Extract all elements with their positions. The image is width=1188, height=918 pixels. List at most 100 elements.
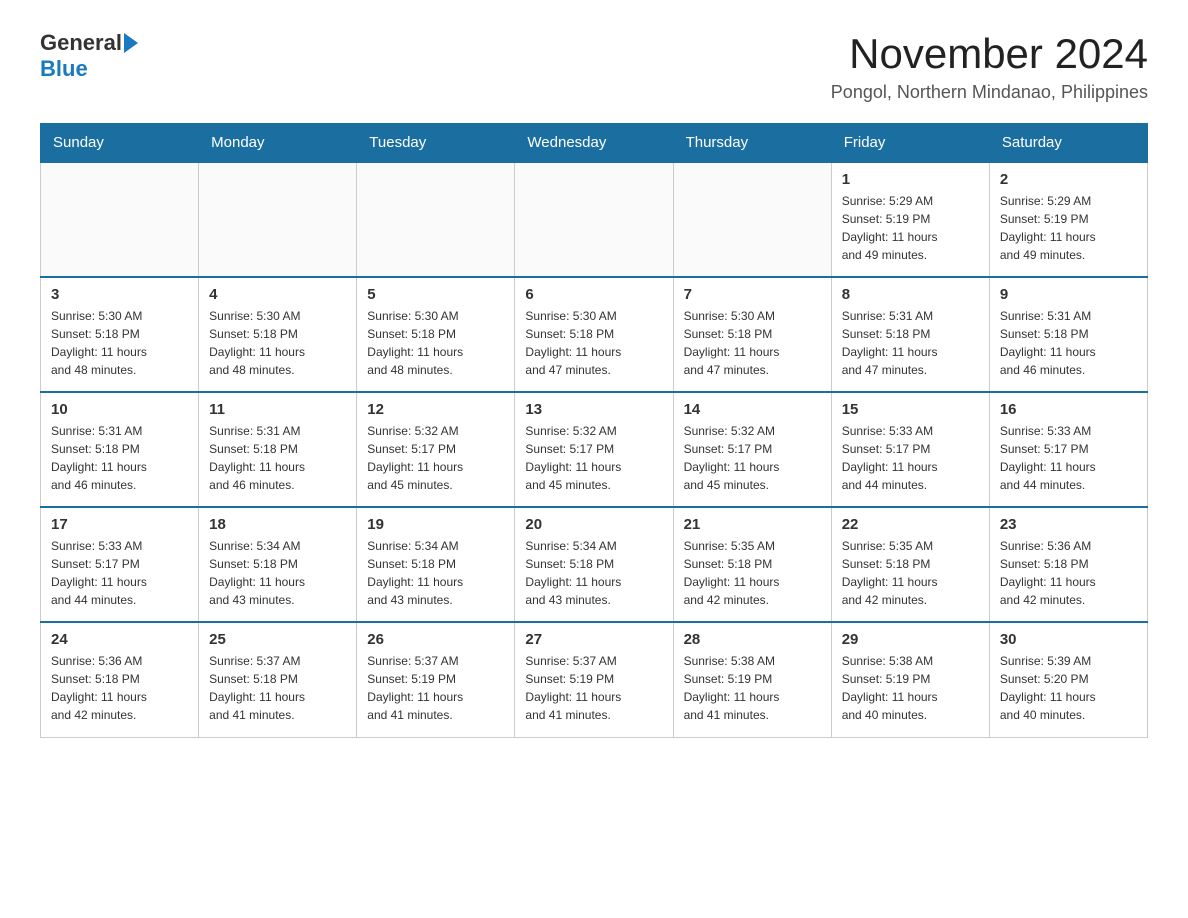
calendar-cell: 1Sunrise: 5:29 AM Sunset: 5:19 PM Daylig…	[831, 162, 989, 277]
calendar-cell: 7 Sunrise: 5:30 AM Sunset: 5:18 PM Daylig…	[673, 277, 831, 392]
calendar-cell	[41, 162, 199, 277]
day-number: 9	[1000, 286, 1137, 303]
day-number: 16	[1000, 401, 1137, 418]
day-number: 26	[367, 631, 504, 648]
day-number: 6	[525, 286, 662, 303]
calendar-cell: 27 Sunrise: 5:37 AM Sunset: 5:19 PM Dayli…	[515, 622, 673, 737]
day-number: 17	[51, 516, 188, 533]
day-info: Sunrise: 5:36 AM Sunset: 5:18 PM Dayligh…	[51, 652, 188, 724]
day-info: Sunrise: 5:29 AM Sunset: 5:19 PM Dayligh…	[1000, 192, 1137, 264]
day-info: Sunrise: 5:32 AM Sunset: 5:17 PM Dayligh…	[525, 422, 662, 494]
calendar-cell: 6 Sunrise: 5:30 AM Sunset: 5:18 PM Daylig…	[515, 277, 673, 392]
weekday-header-row: SundayMondayTuesdayWednesdayThursdayFrid…	[41, 124, 1148, 163]
calendar-cell	[199, 162, 357, 277]
day-number: 8	[842, 286, 979, 303]
calendar-cell: 11Sunrise: 5:31 AM Sunset: 5:18 PM Dayli…	[199, 392, 357, 507]
day-info: Sunrise: 5:37 AM Sunset: 5:19 PM Dayligh…	[525, 652, 662, 724]
day-number: 22	[842, 516, 979, 533]
calendar-cell: 28Sunrise: 5:38 AM Sunset: 5:19 PM Dayli…	[673, 622, 831, 737]
calendar-cell: 2 Sunrise: 5:29 AM Sunset: 5:19 PM Daylig…	[989, 162, 1147, 277]
weekday-header-monday: Monday	[199, 124, 357, 163]
calendar-cell: 9 Sunrise: 5:31 AM Sunset: 5:18 PM Daylig…	[989, 277, 1147, 392]
day-number: 27	[525, 631, 662, 648]
calendar-cell: 30 Sunrise: 5:39 AM Sunset: 5:20 PM Dayli…	[989, 622, 1147, 737]
calendar-cell: 13 Sunrise: 5:32 AM Sunset: 5:17 PM Dayli…	[515, 392, 673, 507]
calendar-cell: 25Sunrise: 5:37 AM Sunset: 5:18 PM Dayli…	[199, 622, 357, 737]
calendar-cell: 21 Sunrise: 5:35 AM Sunset: 5:18 PM Dayli…	[673, 507, 831, 622]
calendar-cell: 19 Sunrise: 5:34 AM Sunset: 5:18 PM Dayli…	[357, 507, 515, 622]
day-info: Sunrise: 5:31 AM Sunset: 5:18 PM Dayligh…	[1000, 307, 1137, 379]
day-info: Sunrise: 5:34 AM Sunset: 5:18 PM Dayligh…	[367, 537, 504, 609]
day-number: 21	[684, 516, 821, 533]
day-number: 7	[684, 286, 821, 303]
weekday-header-sunday: Sunday	[41, 124, 199, 163]
day-info: Sunrise: 5:33 AM Sunset: 5:17 PM Dayligh…	[1000, 422, 1137, 494]
calendar-cell: 22Sunrise: 5:35 AM Sunset: 5:18 PM Dayli…	[831, 507, 989, 622]
day-info: Sunrise: 5:35 AM Sunset: 5:18 PM Dayligh…	[684, 537, 821, 609]
day-info: Sunrise: 5:30 AM Sunset: 5:18 PM Dayligh…	[209, 307, 346, 379]
day-number: 30	[1000, 631, 1137, 648]
week-row-3: 17 Sunrise: 5:33 AM Sunset: 5:17 PM Dayli…	[41, 507, 1148, 622]
day-info: Sunrise: 5:31 AM Sunset: 5:18 PM Dayligh…	[51, 422, 188, 494]
calendar-cell	[673, 162, 831, 277]
day-number: 29	[842, 631, 979, 648]
weekday-header-friday: Friday	[831, 124, 989, 163]
day-number: 1	[842, 171, 979, 188]
logo-blue: Blue	[40, 56, 88, 82]
day-info: Sunrise: 5:38 AM Sunset: 5:19 PM Dayligh…	[842, 652, 979, 724]
day-number: 12	[367, 401, 504, 418]
calendar-cell: 5 Sunrise: 5:30 AM Sunset: 5:18 PM Daylig…	[357, 277, 515, 392]
calendar-cell: 10Sunrise: 5:31 AM Sunset: 5:18 PM Dayli…	[41, 392, 199, 507]
weekday-header-tuesday: Tuesday	[357, 124, 515, 163]
calendar-cell	[515, 162, 673, 277]
calendar-cell: 29 Sunrise: 5:38 AM Sunset: 5:19 PM Dayli…	[831, 622, 989, 737]
weekday-header-wednesday: Wednesday	[515, 124, 673, 163]
calendar-cell: 12 Sunrise: 5:32 AM Sunset: 5:17 PM Dayli…	[357, 392, 515, 507]
day-number: 5	[367, 286, 504, 303]
day-number: 4	[209, 286, 346, 303]
calendar-cell: 14 Sunrise: 5:32 AM Sunset: 5:17 PM Dayli…	[673, 392, 831, 507]
calendar-cell: 23 Sunrise: 5:36 AM Sunset: 5:18 PM Dayli…	[989, 507, 1147, 622]
day-number: 13	[525, 401, 662, 418]
day-info: Sunrise: 5:34 AM Sunset: 5:18 PM Dayligh…	[209, 537, 346, 609]
day-number: 25	[209, 631, 346, 648]
title-area: November 2024 Pongol, Northern Mindanao,…	[831, 30, 1148, 103]
calendar-cell: 26Sunrise: 5:37 AM Sunset: 5:19 PM Dayli…	[357, 622, 515, 737]
day-number: 2	[1000, 171, 1137, 188]
day-info: Sunrise: 5:31 AM Sunset: 5:18 PM Dayligh…	[209, 422, 346, 494]
day-info: Sunrise: 5:30 AM Sunset: 5:18 PM Dayligh…	[367, 307, 504, 379]
day-info: Sunrise: 5:32 AM Sunset: 5:17 PM Dayligh…	[684, 422, 821, 494]
weekday-header-thursday: Thursday	[673, 124, 831, 163]
day-number: 15	[842, 401, 979, 418]
calendar-cell: 16 Sunrise: 5:33 AM Sunset: 5:17 PM Dayli…	[989, 392, 1147, 507]
main-title: November 2024	[831, 30, 1148, 78]
week-row-0: 1 Sunrise: 5:29 AM Sunset: 5:19 PM Daylig…	[41, 162, 1148, 277]
day-info: Sunrise: 5:30 AM Sunset: 5:18 PM Dayligh…	[51, 307, 188, 379]
day-number: 3	[51, 286, 188, 303]
day-number: 23	[1000, 516, 1137, 533]
weekday-header-saturday: Saturday	[989, 124, 1147, 163]
calendar-cell: 4 Sunrise: 5:30 AM Sunset: 5:18 PM Daylig…	[199, 277, 357, 392]
day-info: Sunrise: 5:30 AM Sunset: 5:18 PM Dayligh…	[684, 307, 821, 379]
day-info: Sunrise: 5:33 AM Sunset: 5:17 PM Dayligh…	[51, 537, 188, 609]
calendar-cell: 20Sunrise: 5:34 AM Sunset: 5:18 PM Dayli…	[515, 507, 673, 622]
calendar-cell: 3 Sunrise: 5:30 AM Sunset: 5:18 PM Daylig…	[41, 277, 199, 392]
day-info: Sunrise: 5:36 AM Sunset: 5:18 PM Dayligh…	[1000, 537, 1137, 609]
calendar-cell	[357, 162, 515, 277]
calendar-cell: 17 Sunrise: 5:33 AM Sunset: 5:17 PM Dayli…	[41, 507, 199, 622]
week-row-2: 10Sunrise: 5:31 AM Sunset: 5:18 PM Dayli…	[41, 392, 1148, 507]
day-info: Sunrise: 5:33 AM Sunset: 5:17 PM Dayligh…	[842, 422, 979, 494]
day-number: 19	[367, 516, 504, 533]
week-row-1: 3 Sunrise: 5:30 AM Sunset: 5:18 PM Daylig…	[41, 277, 1148, 392]
day-info: Sunrise: 5:30 AM Sunset: 5:18 PM Dayligh…	[525, 307, 662, 379]
header: General Blue November 2024 Pongol, North…	[40, 30, 1148, 103]
calendar-cell: 8Sunrise: 5:31 AM Sunset: 5:18 PM Daylig…	[831, 277, 989, 392]
day-number: 14	[684, 401, 821, 418]
calendar-cell: 18 Sunrise: 5:34 AM Sunset: 5:18 PM Dayli…	[199, 507, 357, 622]
logo: General Blue	[40, 30, 138, 82]
day-info: Sunrise: 5:32 AM Sunset: 5:17 PM Dayligh…	[367, 422, 504, 494]
day-info: Sunrise: 5:38 AM Sunset: 5:19 PM Dayligh…	[684, 652, 821, 724]
day-info: Sunrise: 5:39 AM Sunset: 5:20 PM Dayligh…	[1000, 652, 1137, 724]
calendar-table: SundayMondayTuesdayWednesdayThursdayFrid…	[40, 123, 1148, 738]
day-number: 18	[209, 516, 346, 533]
